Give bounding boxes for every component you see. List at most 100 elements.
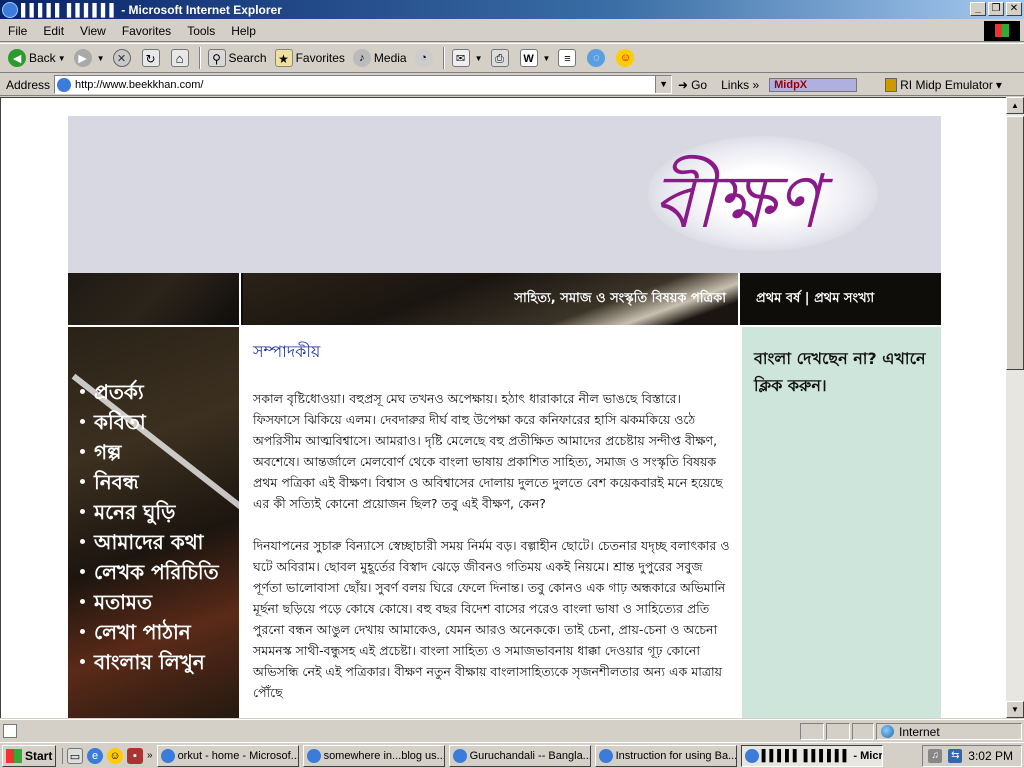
close-button[interactable]: ✕: [1006, 2, 1022, 16]
media-button[interactable]: ♪ Media: [349, 46, 411, 70]
toolbar-separator: [198, 47, 201, 69]
vertical-scrollbar[interactable]: ▲ ▼: [1006, 97, 1024, 718]
nav-item-motamot[interactable]: মতামত: [78, 587, 228, 617]
globe-icon: [881, 725, 894, 738]
search-icon: ⚲: [207, 49, 226, 67]
taskbar-item-guruchandali[interactable]: Guruchandali -- Bangla...: [448, 744, 591, 767]
address-input[interactable]: http://www.beekkhan.com/ ▼: [54, 75, 673, 94]
address-dropdown-icon[interactable]: ▼: [655, 76, 672, 93]
menu-file[interactable]: File: [0, 24, 35, 38]
taskbar-item-somewhere-in[interactable]: somewhere in...blog us...: [302, 744, 445, 767]
nav-item-banglay-likhun[interactable]: বাংলায় লিখুন: [78, 647, 228, 677]
print-button[interactable]: ⎙: [487, 46, 516, 70]
nav-item-lekhok-porichiti[interactable]: লেখক পরিচিতি: [78, 557, 228, 587]
history-button[interactable]: ◔: [411, 46, 440, 70]
address-label: Address: [6, 77, 51, 92]
restore-button[interactable]: ❐: [988, 2, 1004, 16]
status-page-icon: [3, 723, 17, 738]
home-button[interactable]: ⌂: [167, 46, 196, 70]
windows-logo: [984, 21, 1020, 41]
links-button[interactable]: Links »: [721, 78, 759, 92]
search-button[interactable]: ⚲ Search: [204, 46, 271, 70]
menu-bar: File Edit View Favorites Tools Help: [0, 20, 1024, 42]
edit-word-button[interactable]: W ▼: [516, 46, 555, 70]
go-arrow-icon: ➜: [678, 77, 689, 92]
start-button[interactable]: Start: [2, 744, 56, 767]
security-zone: Internet: [876, 723, 1022, 740]
menu-favorites[interactable]: Favorites: [114, 24, 179, 38]
nav-item-golpo[interactable]: গল্প: [78, 437, 228, 467]
editorial-paragraph-1: সকাল বৃষ্টিধোওয়া। বহুপ্রসূ মেঘ তখনও অপে…: [253, 391, 723, 511]
issue-label: প্রথম বর্ষ | প্রথম সংখ্যা: [756, 291, 875, 306]
header-strip-right: প্রথম বর্ষ | প্রথম সংখ্যা: [742, 273, 941, 325]
forward-dropdown-icon[interactable]: ▼: [97, 54, 105, 63]
menu-tools[interactable]: Tools: [179, 24, 223, 38]
right-column: বাংলা দেখছেন না? এখানে ক্লিক করুন।: [742, 327, 941, 718]
site-logo[interactable]: বীক্ষণ: [653, 146, 820, 269]
back-dropdown-icon[interactable]: ▼: [58, 54, 66, 63]
zone-label: Internet: [899, 724, 940, 739]
quicklaunch-more-icon[interactable]: »: [147, 750, 153, 761]
scroll-down-icon[interactable]: ▼: [1006, 701, 1024, 718]
scroll-thumb[interactable]: [1006, 116, 1024, 370]
smiley-button[interactable]: ☺: [612, 46, 641, 70]
taskbar: Start ▭ e ☺ ▪ » orkut - home - Microsof.…: [0, 742, 1024, 768]
forward-arrow-icon: ►: [73, 49, 92, 67]
nav-item-kobita[interactable]: কবিতা: [78, 407, 228, 437]
mail-button[interactable]: ✉ ▼: [448, 46, 487, 70]
taskbar-item-orkut[interactable]: orkut - home - Microsof...: [156, 744, 299, 767]
minimize-button[interactable]: _: [970, 2, 986, 16]
discuss-button[interactable]: ≡: [554, 46, 583, 70]
volume-icon[interactable]: ♫: [928, 749, 943, 763]
bangla-font-link[interactable]: বাংলা দেখছেন না? এখানে ক্লিক করুন।: [754, 345, 931, 399]
media-icon: ♪: [352, 49, 371, 67]
midpx-button[interactable]: MidpX: [769, 77, 858, 92]
mail-icon: ✉: [451, 49, 470, 67]
clock[interactable]: 3:02 PM: [968, 749, 1013, 763]
menu-edit[interactable]: Edit: [35, 24, 72, 38]
quick-launch: ▭ e ☺ ▪ »: [62, 747, 153, 764]
midp-emulator-button[interactable]: RI Midp Emulator ▾: [885, 77, 1002, 92]
address-url[interactable]: http://www.beekkhan.com/: [75, 79, 203, 91]
refresh-button[interactable]: ↻: [138, 46, 167, 70]
header-strip-middle: সাহিত্য, সমাজ ও সংস্কৃতি বিষয়ক পত্রিকা: [243, 273, 740, 325]
toolbar-separator: [442, 47, 445, 69]
page-viewport[interactable]: বীক্ষণ সাহিত্য, সমাজ ও সংস্কৃতি বিষয়ক প…: [0, 97, 1006, 718]
favorites-button[interactable]: ★ Favorites: [271, 46, 349, 70]
start-label: Start: [25, 748, 53, 763]
stop-button[interactable]: ✕: [109, 46, 138, 70]
nav-list: প্রতর্ক্য কবিতা গল্প নিবন্ধ মনের ঘুড়ি আ…: [78, 377, 228, 677]
menu-view[interactable]: View: [72, 24, 114, 38]
title-bar: ▌▌▌▌▌ ▌▌▌▌▌▌ - Microsoft Internet Explor…: [0, 0, 1024, 19]
nav-item-amader-kotha[interactable]: আমাদের কথা: [78, 527, 228, 557]
back-button[interactable]: ◄ Back ▼: [4, 46, 70, 70]
print-icon: ⎙: [490, 49, 509, 67]
menu-help[interactable]: Help: [223, 24, 264, 38]
forward-button[interactable]: ► ▼: [70, 46, 109, 70]
scroll-up-icon[interactable]: ▲: [1006, 97, 1024, 114]
edit-dropdown-icon[interactable]: ▼: [543, 54, 551, 63]
system-tray: ♫ ⇆ 3:02 PM: [922, 745, 1022, 767]
ie-quicklaunch-icon[interactable]: e: [87, 747, 103, 764]
nav-item-moner-ghuri[interactable]: মনের ঘুড়ি: [78, 497, 228, 527]
smiley-icon: ☺: [616, 49, 635, 67]
taskbar-item-active-ie[interactable]: ▌▌▌▌▌ ▌▌▌▌▌▌ - Micros...: [740, 744, 883, 767]
status-segment: [852, 723, 874, 740]
window-controls: _ ❐ ✕: [968, 2, 1022, 16]
search-label: Search: [228, 51, 267, 65]
nav-item-lekha-pathan[interactable]: লেখা পাঠান: [78, 617, 228, 647]
messenger-button[interactable]: ◌: [583, 46, 612, 70]
standard-toolbar: ◄ Back ▼ ► ▼ ✕ ↻ ⌂ ⚲ Search ★ Favorites …: [0, 43, 1024, 73]
network-icon[interactable]: ⇆: [948, 749, 963, 763]
go-button[interactable]: ➜ Go: [678, 78, 707, 92]
mail-dropdown-icon[interactable]: ▼: [475, 54, 483, 63]
messenger-icon: ◌: [587, 49, 606, 67]
nav-item-nibondho[interactable]: নিবন্ধ: [78, 467, 228, 497]
taskbar-item-instruction[interactable]: Instruction for using Ba...: [594, 744, 737, 767]
back-label: Back: [29, 51, 56, 65]
favorites-label: Favorites: [295, 51, 345, 65]
show-desktop-icon[interactable]: ▭: [67, 747, 83, 764]
messenger-quicklaunch-icon[interactable]: ☺: [107, 747, 123, 764]
app-quicklaunch-icon[interactable]: ▪: [127, 747, 143, 764]
nav-item-protorko[interactable]: প্রতর্ক্য: [78, 377, 228, 407]
